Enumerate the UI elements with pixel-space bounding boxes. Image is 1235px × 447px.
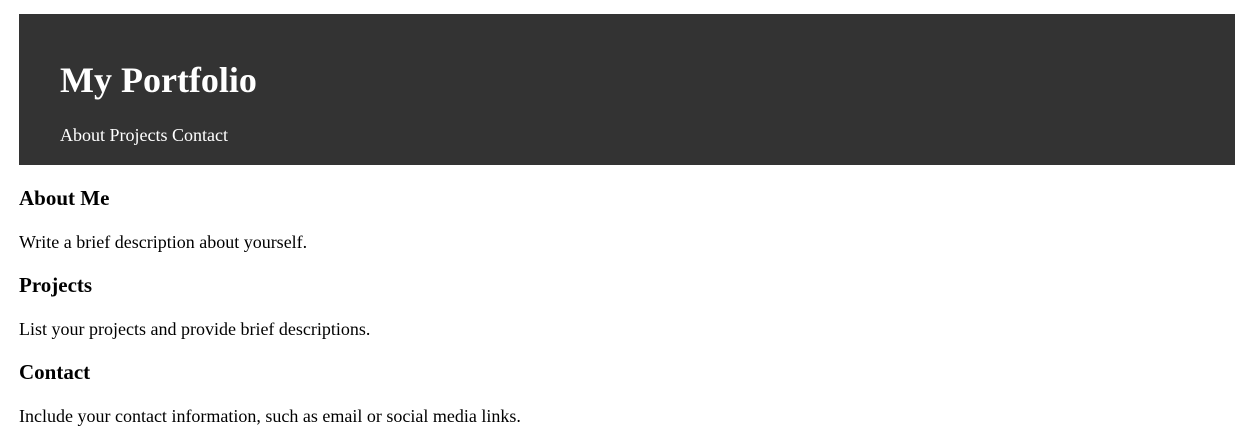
about-text: Write a brief description about yourself… (19, 232, 308, 252)
projects-heading: Projects (19, 273, 93, 297)
projects-text: List your projects and provide brief des… (19, 319, 371, 339)
main-nav: About Projects Contact (60, 124, 228, 146)
nav-link-contact[interactable]: Contact (172, 125, 228, 145)
contact-text: Include your contact information, such a… (19, 406, 521, 426)
site-header: My Portfolio About Projects Contact (19, 14, 1235, 165)
about-heading: About Me (19, 186, 110, 210)
page: My Portfolio About Projects Contact Abou… (19, 14, 1235, 426)
contact-heading: Contact (19, 360, 91, 384)
site-title: My Portfolio (60, 60, 257, 100)
nav-link-projects[interactable]: Projects (110, 125, 168, 145)
nav-link-about[interactable]: About (60, 125, 105, 145)
